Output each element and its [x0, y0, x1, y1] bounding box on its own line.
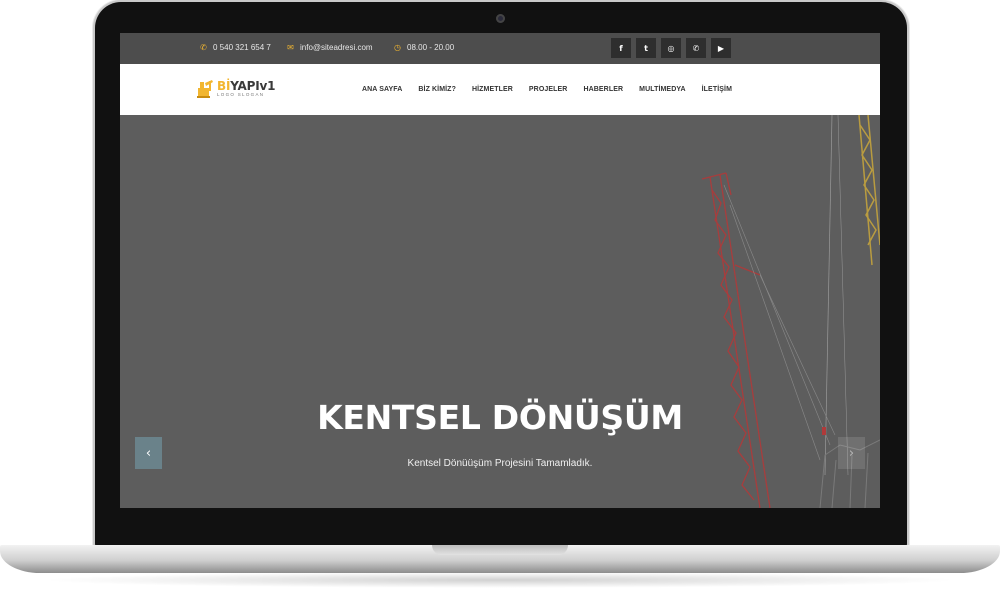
- logo-slogan: LOGO SLOGAN: [217, 92, 265, 98]
- menu-item-about[interactable]: BİZ KİMİZ?: [418, 86, 456, 93]
- facebook-button[interactable]: f: [611, 38, 631, 58]
- main-menu: ANA SAYFA BİZ KİMİZ? HİZMETLER PROJELER …: [362, 86, 732, 93]
- main-navbar: BİYAPIv1 LOGO SLOGAN ANA SAYFA BİZ KİMİZ…: [120, 64, 880, 115]
- top-bar: ✆ 0 540 321 654 7 ✉ info@siteadresi.com …: [120, 33, 880, 64]
- whatsapp-icon: ✆: [692, 43, 700, 53]
- clock-icon: ◷: [394, 43, 401, 52]
- twitter-icon: t: [644, 43, 648, 53]
- menu-item-home[interactable]: ANA SAYFA: [362, 86, 402, 93]
- hours-contact: ◷ 08.00 - 20.00: [393, 43, 454, 52]
- youtube-icon: ▶: [717, 43, 725, 53]
- working-hours: 08.00 - 20.00: [407, 43, 455, 52]
- hero-subtitle: Kentsel Dönüüşüm Projesini Tamamladık.: [407, 458, 593, 469]
- phone-icon: ✆: [200, 43, 207, 52]
- instagram-icon: ◎: [667, 43, 675, 53]
- menu-item-multimedia[interactable]: MULTİMEDYA: [639, 86, 686, 93]
- laptop-screen: ✆ 0 540 321 654 7 ✉ info@siteadresi.com …: [120, 33, 880, 508]
- site-logo[interactable]: BİYAPIv1 LOGO SLOGAN: [197, 76, 275, 102]
- webcam: [496, 14, 505, 23]
- logo-name: BİYAPIv1: [217, 79, 276, 94]
- laptop-notch: [432, 545, 568, 555]
- twitter-button[interactable]: t: [636, 38, 656, 58]
- hero-slider: ‹ › KENTSEL DÖNÜŞÜM Kentsel Dönüüşüm Pro…: [120, 115, 880, 508]
- menu-item-services[interactable]: HİZMETLER: [472, 86, 513, 93]
- menu-item-contact[interactable]: İLETİŞİM: [702, 86, 732, 93]
- whatsapp-button[interactable]: ✆: [686, 38, 706, 58]
- laptop-shadow: [40, 572, 960, 588]
- phone-contact[interactable]: ✆ 0 540 321 654 7: [199, 43, 271, 52]
- excavator-icon: [197, 80, 213, 98]
- email-contact[interactable]: ✉ info@siteadresi.com: [286, 43, 373, 52]
- instagram-button[interactable]: ◎: [661, 38, 681, 58]
- menu-item-news[interactable]: HABERLER: [583, 86, 623, 93]
- crane-image: [701, 115, 880, 508]
- youtube-button[interactable]: ▶: [711, 38, 731, 58]
- phone-number: 0 540 321 654 7: [213, 43, 271, 52]
- facebook-icon: f: [619, 43, 623, 53]
- hero-title: KENTSEL DÖNÜŞÜM: [317, 398, 683, 437]
- email-address: info@siteadresi.com: [300, 43, 373, 52]
- menu-item-projects[interactable]: PROJELER: [529, 86, 568, 93]
- envelope-icon: ✉: [287, 43, 294, 52]
